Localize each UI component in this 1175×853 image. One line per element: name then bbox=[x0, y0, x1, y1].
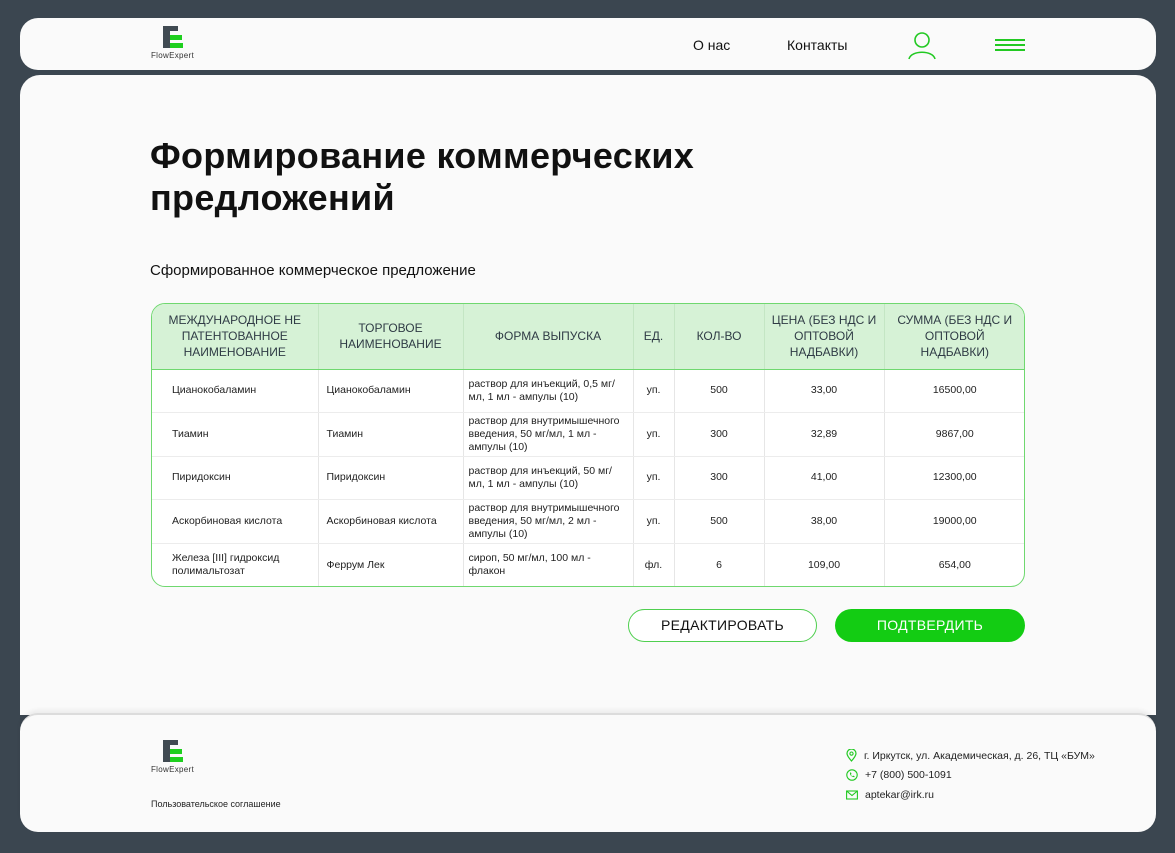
cell-inn: Железа [III] гидроксид полимальтозат bbox=[152, 543, 319, 586]
cell-price: 109,00 bbox=[764, 543, 885, 586]
mail-icon bbox=[846, 790, 858, 800]
cell-sum: 19000,00 bbox=[884, 499, 1024, 544]
site-header: FlowExpert О нас Контакты bbox=[20, 18, 1156, 70]
user-agreement-link[interactable]: Пользовательское соглашение bbox=[151, 799, 281, 809]
cell-quantity: 300 bbox=[674, 412, 765, 457]
table-row: Аскорбиновая кислота Аскорбиновая кислот… bbox=[152, 499, 1024, 544]
cell-sum: 654,00 bbox=[938, 558, 971, 571]
cell-form: раствор для инъекций, 0,5 мг/мл, 1 мл - … bbox=[463, 369, 634, 414]
main-content: Формирование коммерческих предложений Сф… bbox=[20, 75, 1156, 715]
column-header-price: Цена (без НДС и оптовой надбавки) bbox=[764, 304, 885, 370]
nav-contacts-link[interactable]: Контакты bbox=[787, 37, 847, 53]
cell-trade-name: Феррум Лек bbox=[318, 543, 464, 586]
address-text: г. Иркутск, ул. Академическая, д. 26, ТЦ… bbox=[864, 749, 1095, 762]
cell-form: раствор для внутримышечного введения, 50… bbox=[463, 412, 634, 457]
cell-unit: уп. bbox=[633, 412, 675, 457]
cell-form: раствор для внутримышечного введения, 50… bbox=[463, 499, 634, 544]
email-text[interactable]: aptekar@irk.ru bbox=[865, 789, 934, 801]
cell-trade-name: Тиамин bbox=[318, 412, 464, 457]
cell-inn: Аскорбиновая кислота bbox=[152, 499, 319, 544]
column-header-inn: Международное не патентованное наименова… bbox=[152, 304, 319, 370]
cell-trade-name: Пиридоксин bbox=[318, 456, 464, 501]
column-header-trade-name: Торговое наименование bbox=[318, 304, 464, 370]
cell-trade-name: Цианокобаламин bbox=[318, 369, 464, 414]
site-footer: FlowExpert Пользовательское соглашение г… bbox=[20, 713, 1156, 832]
cell-unit: уп. bbox=[633, 456, 675, 501]
table-header-row: Международное не патентованное наименова… bbox=[152, 304, 1024, 370]
column-header-quantity: Кол-во bbox=[674, 304, 765, 370]
table-row: Пиридоксин Пиридоксин раствор для инъекц… bbox=[152, 456, 1024, 501]
cell-sum: 9867,00 bbox=[884, 412, 1024, 457]
contact-email[interactable]: aptekar@irk.ru bbox=[846, 789, 934, 801]
nav-about-link[interactable]: О нас bbox=[693, 37, 730, 53]
cell-quantity: 6 bbox=[674, 543, 765, 586]
cell-quantity: 300 bbox=[674, 456, 765, 501]
contact-phone[interactable]: +7 (800) 500-1091 bbox=[846, 769, 952, 781]
logo-mark-icon bbox=[162, 740, 183, 762]
table-row: Железа [III] гидроксид полимальтозат Фер… bbox=[152, 543, 1024, 586]
cell-price: 41,00 bbox=[764, 456, 885, 501]
cell-price: 33,00 bbox=[764, 369, 885, 414]
table-row: Цианокобаламин Цианокобаламин раствор дл… bbox=[152, 369, 1024, 414]
logo-text: FlowExpert bbox=[151, 765, 195, 774]
cell-quantity: 500 bbox=[674, 499, 765, 544]
column-header-sum: Сумма (без НДС и оптовой надбавки) bbox=[884, 304, 1024, 370]
cell-price: 38,00 bbox=[764, 499, 885, 544]
column-header-unit: Ед. bbox=[633, 304, 675, 370]
cell-trade-name: Аскорбиновая кислота bbox=[318, 499, 464, 544]
logo[interactable]: FlowExpert bbox=[151, 26, 194, 60]
location-pin-icon bbox=[846, 749, 857, 762]
cell-unit: уп. bbox=[633, 369, 675, 414]
phone-text[interactable]: +7 (800) 500-1091 bbox=[865, 769, 952, 781]
contact-address: г. Иркутск, ул. Академическая, д. 26, ТЦ… bbox=[846, 749, 1095, 762]
user-icon[interactable] bbox=[906, 30, 938, 60]
confirm-button[interactable]: ПОДТВЕРДИТЬ bbox=[835, 609, 1025, 642]
table-row: Тиамин Тиамин раствор для внутримышечног… bbox=[152, 412, 1024, 457]
cell-sum: 12300,00 bbox=[884, 456, 1024, 501]
hamburger-menu-icon[interactable] bbox=[995, 38, 1025, 52]
logo-mark-icon bbox=[162, 26, 183, 48]
cell-form: сироп, 50 мг/мл, 100 мл - флакон bbox=[463, 543, 634, 586]
cell-inn: Цианокобаламин bbox=[152, 369, 319, 414]
page-title: Формирование коммерческих предложений bbox=[150, 135, 695, 218]
footer-logo[interactable]: FlowExpert bbox=[151, 740, 194, 774]
edit-button[interactable]: РЕДАКТИРОВАТЬ bbox=[628, 609, 817, 642]
phone-icon bbox=[846, 769, 858, 781]
cell-inn: Тиамин bbox=[152, 412, 319, 457]
cell-sum: 16500,00 bbox=[884, 369, 1024, 414]
logo-text: FlowExpert bbox=[151, 51, 195, 60]
section-subtitle: Сформированное коммерческое предложение bbox=[150, 262, 476, 279]
cell-unit: уп. bbox=[633, 499, 675, 544]
offer-table: Международное не патентованное наименова… bbox=[151, 303, 1025, 587]
column-header-form: Форма выпуска bbox=[463, 304, 634, 370]
cell-unit: фл. bbox=[633, 543, 675, 586]
cell-quantity: 500 bbox=[674, 369, 765, 414]
cell-inn: Пиридоксин bbox=[152, 456, 319, 501]
cell-form: раствор для инъекций, 50 мг/мл, 1 мл - а… bbox=[463, 456, 634, 501]
cell-price: 32,89 bbox=[764, 412, 885, 457]
